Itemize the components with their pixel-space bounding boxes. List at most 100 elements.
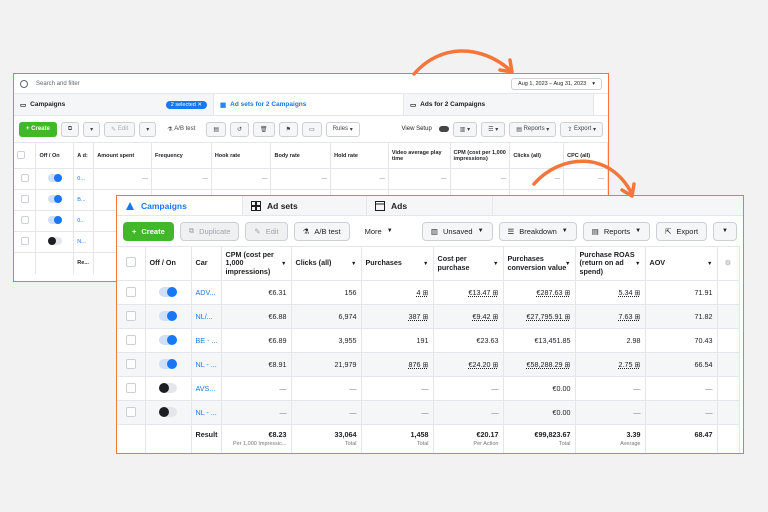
select-all-checkbox[interactable] — [17, 150, 25, 159]
col-header-conv-value[interactable]: Purchases conversion value ▼ — [503, 246, 576, 281]
toggle-cell[interactable] — [35, 168, 75, 190]
table-row[interactable]: NL/... €6.88 6,974 387 ⊞ €9.42 ⊞ €27,795… — [117, 304, 740, 329]
duplicate-button[interactable]: ⧉ — [60, 121, 80, 137]
col-header[interactable]: Body rate — [270, 142, 332, 169]
toggle-cell[interactable] — [35, 189, 75, 211]
col-header-campaign[interactable]: Car — [191, 246, 222, 281]
table-row[interactable]: BE - ... €6.89 3,955 191 €23.63 €13,451.… — [117, 328, 740, 353]
name-cell[interactable]: 0... — [73, 210, 95, 232]
col-header[interactable]: Amount spent — [93, 142, 153, 169]
tag-button[interactable]: ⚑ — [278, 121, 299, 137]
row-checkbox-cell[interactable] — [14, 210, 37, 232]
on-off-toggle[interactable] — [159, 382, 177, 393]
date-range-picker[interactable]: Aug 1, 2023 – Aug 31, 2023 ▾ — [511, 77, 602, 90]
campaign-name[interactable]: BE - ... — [191, 328, 222, 353]
row-checkbox[interactable] — [125, 310, 136, 321]
archive-button[interactable]: ▤ — [206, 121, 226, 137]
col-header-aov[interactable]: AOV ▼ — [645, 246, 718, 281]
toggle-cell[interactable] — [145, 376, 192, 401]
table-row[interactable]: AVS... — — — — €0.00 — — — [117, 376, 740, 401]
col-header-cpm[interactable]: CPM (cost per 1,000 impressions) ▼ — [221, 246, 292, 281]
on-off-toggle[interactable] — [159, 406, 177, 417]
table-row[interactable]: NL - ... — — — — €0.00 — — — [117, 400, 740, 425]
cpp-cell[interactable]: €13.47 ⊞ — [433, 280, 504, 305]
row-checkbox-cell[interactable] — [117, 352, 146, 377]
tab-ads[interactable]: ▭ Ads for 2 Campaigns — [404, 94, 594, 115]
row-checkbox-cell[interactable] — [117, 376, 146, 401]
select-all-cell[interactable] — [117, 246, 146, 281]
col-header-roas[interactable]: Purchase ROAS (return on ad spend) ▼ — [575, 246, 646, 281]
conv-value-cell[interactable]: €287.63 ⊞ — [503, 280, 576, 305]
preview-button[interactable]: ▭ — [302, 121, 322, 137]
toggle-cell[interactable] — [145, 304, 192, 329]
toggle-cell[interactable] — [35, 210, 75, 232]
roas-cell[interactable]: 7.63 ⊞ — [575, 304, 646, 329]
col-header[interactable]: Hook rate — [211, 142, 272, 169]
more-button[interactable]: More ▼ — [355, 221, 402, 241]
on-off-toggle[interactable] — [47, 174, 62, 182]
edit-button[interactable]: ✎ Edit — [104, 121, 136, 137]
col-header[interactable]: CPM (cost per 1,000 impressions) — [450, 142, 511, 169]
tab-ads[interactable]: Ads — [367, 196, 493, 215]
purchases-cell[interactable]: 4 ⊞ — [361, 280, 434, 305]
ab-test-button[interactable]: ⚗ A/B test — [160, 121, 203, 137]
on-off-toggle[interactable] — [47, 195, 62, 203]
toggle-cell[interactable] — [145, 400, 192, 425]
edit-dropdown[interactable]: ▾ — [139, 121, 157, 137]
table-row[interactable]: ADV... €6.31 156 4 ⊞ €13.47 ⊞ €287.63 ⊞ … — [117, 280, 740, 305]
roas-cell[interactable]: 5.34 ⊞ — [575, 280, 646, 305]
table-row[interactable]: NL - ... €8.91 21,979 876 ⊞ €24.20 ⊞ €58… — [117, 352, 740, 377]
view-setup-toggle[interactable] — [438, 126, 449, 132]
row-checkbox-cell[interactable] — [117, 328, 146, 353]
tab-adsets[interactable]: ▦ Ad sets for 2 Campaigns — [214, 94, 404, 115]
col-header-clicks[interactable]: Clicks (all) ▼ — [291, 246, 362, 281]
on-off-toggle[interactable] — [159, 334, 177, 345]
search-input[interactable]: Search and filter — [36, 81, 80, 87]
conv-value-cell[interactable]: €58,288.29 ⊞ — [503, 352, 576, 377]
toggle-cell[interactable] — [145, 328, 192, 353]
export-button[interactable]: ⇱ Export — [656, 221, 708, 241]
col-header-purchases[interactable]: Purchases ▼ — [361, 246, 434, 281]
col-header[interactable]: Off / On — [35, 142, 75, 169]
purchases-cell[interactable]: 876 ⊞ — [361, 352, 434, 377]
col-header[interactable]: Hold rate — [330, 142, 389, 169]
column-settings-icon[interactable]: ⚙ — [717, 246, 740, 281]
delete-button[interactable]: 🗑 — [253, 121, 275, 137]
col-header[interactable]: Video average play time — [388, 142, 451, 169]
purchases-cell[interactable]: 387 ⊞ — [361, 304, 434, 329]
col-header[interactable]: A d: — [73, 142, 95, 169]
toggle-cell[interactable] — [145, 280, 192, 305]
campaign-name[interactable]: ADV... — [191, 280, 222, 305]
columns-button[interactable]: ▥ ▾ — [452, 121, 478, 137]
ab-test-button[interactable]: ⚗ A/B test — [293, 221, 350, 241]
col-header-offon[interactable]: Off / On — [145, 246, 192, 281]
selected-count-badge[interactable]: 2 selected ✕ — [165, 100, 207, 109]
campaign-name[interactable]: NL/... — [191, 304, 222, 329]
row-checkbox[interactable] — [125, 382, 136, 393]
select-all-cell[interactable] — [14, 142, 37, 169]
breakdown-button[interactable]: ☰ ▾ — [481, 121, 506, 137]
undo-button[interactable]: ↺ — [229, 121, 250, 137]
row-checkbox[interactable] — [125, 406, 136, 417]
row-checkbox-cell[interactable] — [14, 189, 37, 211]
on-off-toggle[interactable] — [47, 237, 62, 245]
row-checkbox[interactable] — [125, 286, 136, 297]
tab-campaigns[interactable]: Campaigns — [117, 196, 243, 215]
toggle-cell[interactable] — [35, 231, 75, 253]
name-cell[interactable]: B... — [73, 189, 95, 211]
row-checkbox-cell[interactable] — [117, 280, 146, 305]
rules-button[interactable]: Rules ▾ — [325, 121, 360, 137]
row-checkbox[interactable] — [20, 174, 29, 182]
row-checkbox[interactable] — [20, 195, 29, 203]
table-row[interactable]: 0... ————————— — [14, 168, 608, 190]
on-off-toggle[interactable] — [159, 358, 177, 369]
export-button[interactable]: ⇪ Export ▾ — [560, 121, 603, 137]
cpp-cell[interactable]: €9.42 ⊞ — [433, 304, 504, 329]
name-cell[interactable]: 0... — [73, 168, 95, 190]
reports-button[interactable]: ▤ Reports ▾ — [509, 121, 557, 137]
columns-button[interactable]: ▥ Unsaved ▼ — [421, 221, 493, 241]
name-cell[interactable]: N... — [73, 231, 95, 253]
export-dropdown[interactable]: ▼ — [713, 221, 737, 241]
toggle-cell[interactable] — [145, 352, 192, 377]
create-button[interactable]: + Create — [19, 121, 57, 137]
